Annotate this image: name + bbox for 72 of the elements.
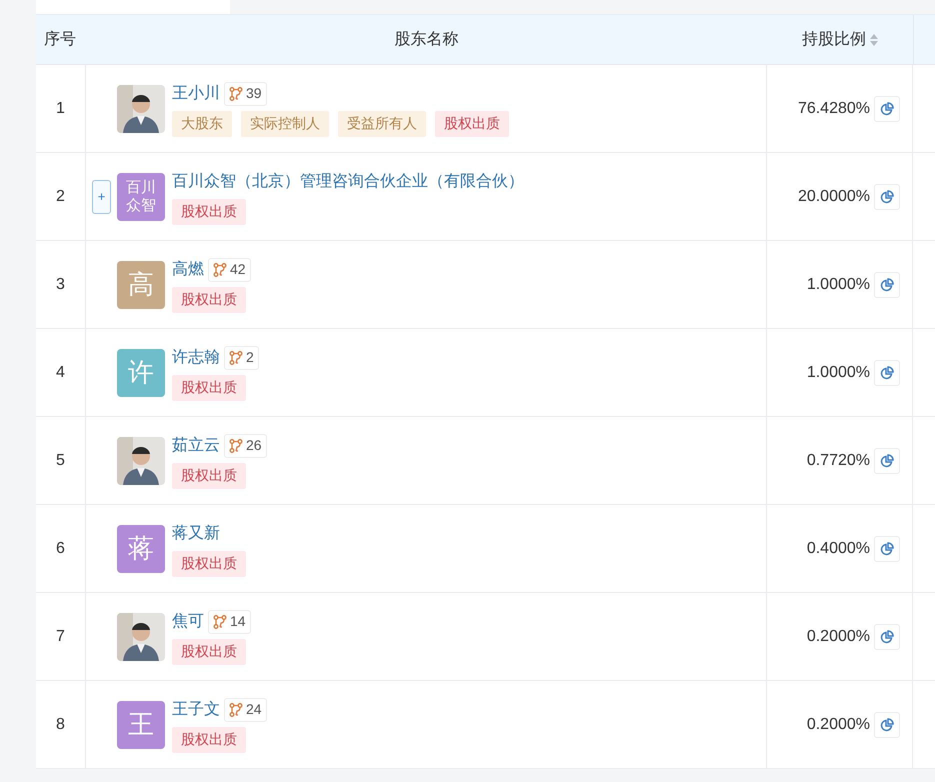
share-ratio: 76.4280% (798, 98, 870, 118)
pie-chart-button[interactable] (874, 184, 900, 210)
row-number: 4 (56, 362, 65, 382)
pie-chart-button[interactable] (874, 712, 900, 738)
relation-count-badge[interactable]: 26 (224, 434, 267, 458)
row-number: 3 (56, 274, 65, 294)
pie-chart-icon (880, 542, 894, 556)
pie-chart-button[interactable] (874, 272, 900, 298)
shareholder-name-link[interactable]: 蒋又新 (172, 522, 220, 546)
column-header: 持股比例 (802, 30, 866, 50)
pie-chart-button[interactable] (874, 624, 900, 650)
avatar: 高 (117, 260, 165, 308)
pie-chart-button[interactable] (874, 448, 900, 474)
avatar: 百川众智 (117, 172, 165, 220)
row-number: 1 (56, 98, 65, 118)
share-ratio: 0.2000% (806, 714, 870, 734)
tag: 股权出质 (172, 374, 246, 400)
pie-chart-icon (880, 278, 894, 292)
pie-chart-icon (880, 718, 894, 732)
branch-icon (213, 614, 227, 628)
pie-chart-icon (880, 190, 894, 204)
shareholder-name-link[interactable]: 高燃 (172, 258, 204, 282)
pie-chart-icon (880, 630, 894, 644)
relation-count-badge[interactable]: 39 (224, 82, 267, 106)
row-number: 5 (56, 450, 65, 470)
pie-chart-icon (880, 366, 894, 380)
tag: 大股东 (172, 110, 232, 136)
relation-count-badge[interactable]: 14 (208, 610, 251, 634)
tag: 股权出质 (172, 550, 246, 576)
tag: 实际控制人 (241, 110, 329, 136)
avatar: 许 (117, 348, 165, 396)
share-ratio: 1.0000% (806, 362, 870, 382)
tag: 受益所有人 (338, 110, 426, 136)
column-header: 序号 (44, 30, 76, 50)
shareholder-name-link[interactable]: 焦可 (172, 610, 204, 634)
tag: 股权出质 (172, 286, 246, 312)
branch-icon (229, 350, 243, 364)
shareholder-name-link[interactable]: 许志翰 (172, 346, 220, 370)
branch-icon (229, 86, 243, 100)
branch-icon (229, 702, 243, 716)
avatar: 王 (117, 700, 165, 748)
share-ratio: 0.2000% (806, 626, 870, 646)
share-ratio: 20.0000% (798, 186, 870, 206)
shareholder-name-link[interactable]: 百川众智（北京）管理咨询合伙企业（有限合伙） (172, 170, 524, 194)
row-number: 6 (56, 538, 65, 558)
tag: 股权出质 (172, 198, 246, 224)
shareholder-name-link[interactable]: 王子文 (172, 698, 220, 722)
relation-count-badge[interactable]: 2 (224, 346, 259, 370)
shareholder-name-link[interactable]: 王小川 (172, 82, 220, 106)
shareholder-name-link[interactable]: 茹立云 (172, 434, 220, 458)
avatar: 蒋 (117, 524, 165, 572)
relation-count-badge[interactable]: 24 (224, 698, 267, 722)
tag: 股权出质 (172, 462, 246, 488)
row-number: 2 (56, 186, 65, 206)
pie-chart-button[interactable] (874, 360, 900, 386)
relation-count-badge[interactable]: 42 (208, 258, 251, 282)
branch-icon (213, 262, 227, 276)
expand-button[interactable]: + (92, 180, 111, 214)
pie-chart-icon (880, 454, 894, 468)
row-number: 7 (56, 626, 65, 646)
tag: 股权出质 (435, 110, 509, 136)
column-header: 股东名称 (394, 30, 458, 50)
tag: 股权出质 (172, 726, 246, 752)
pie-chart-button[interactable] (874, 536, 900, 562)
share-ratio: 1.0000% (806, 274, 870, 294)
branch-icon (229, 438, 243, 452)
pie-chart-button[interactable] (874, 96, 900, 122)
pie-chart-icon (880, 102, 894, 116)
row-number: 8 (56, 714, 65, 734)
share-ratio: 0.4000% (806, 538, 870, 558)
share-ratio: 0.7720% (806, 450, 870, 470)
tag: 股权出质 (172, 638, 246, 664)
